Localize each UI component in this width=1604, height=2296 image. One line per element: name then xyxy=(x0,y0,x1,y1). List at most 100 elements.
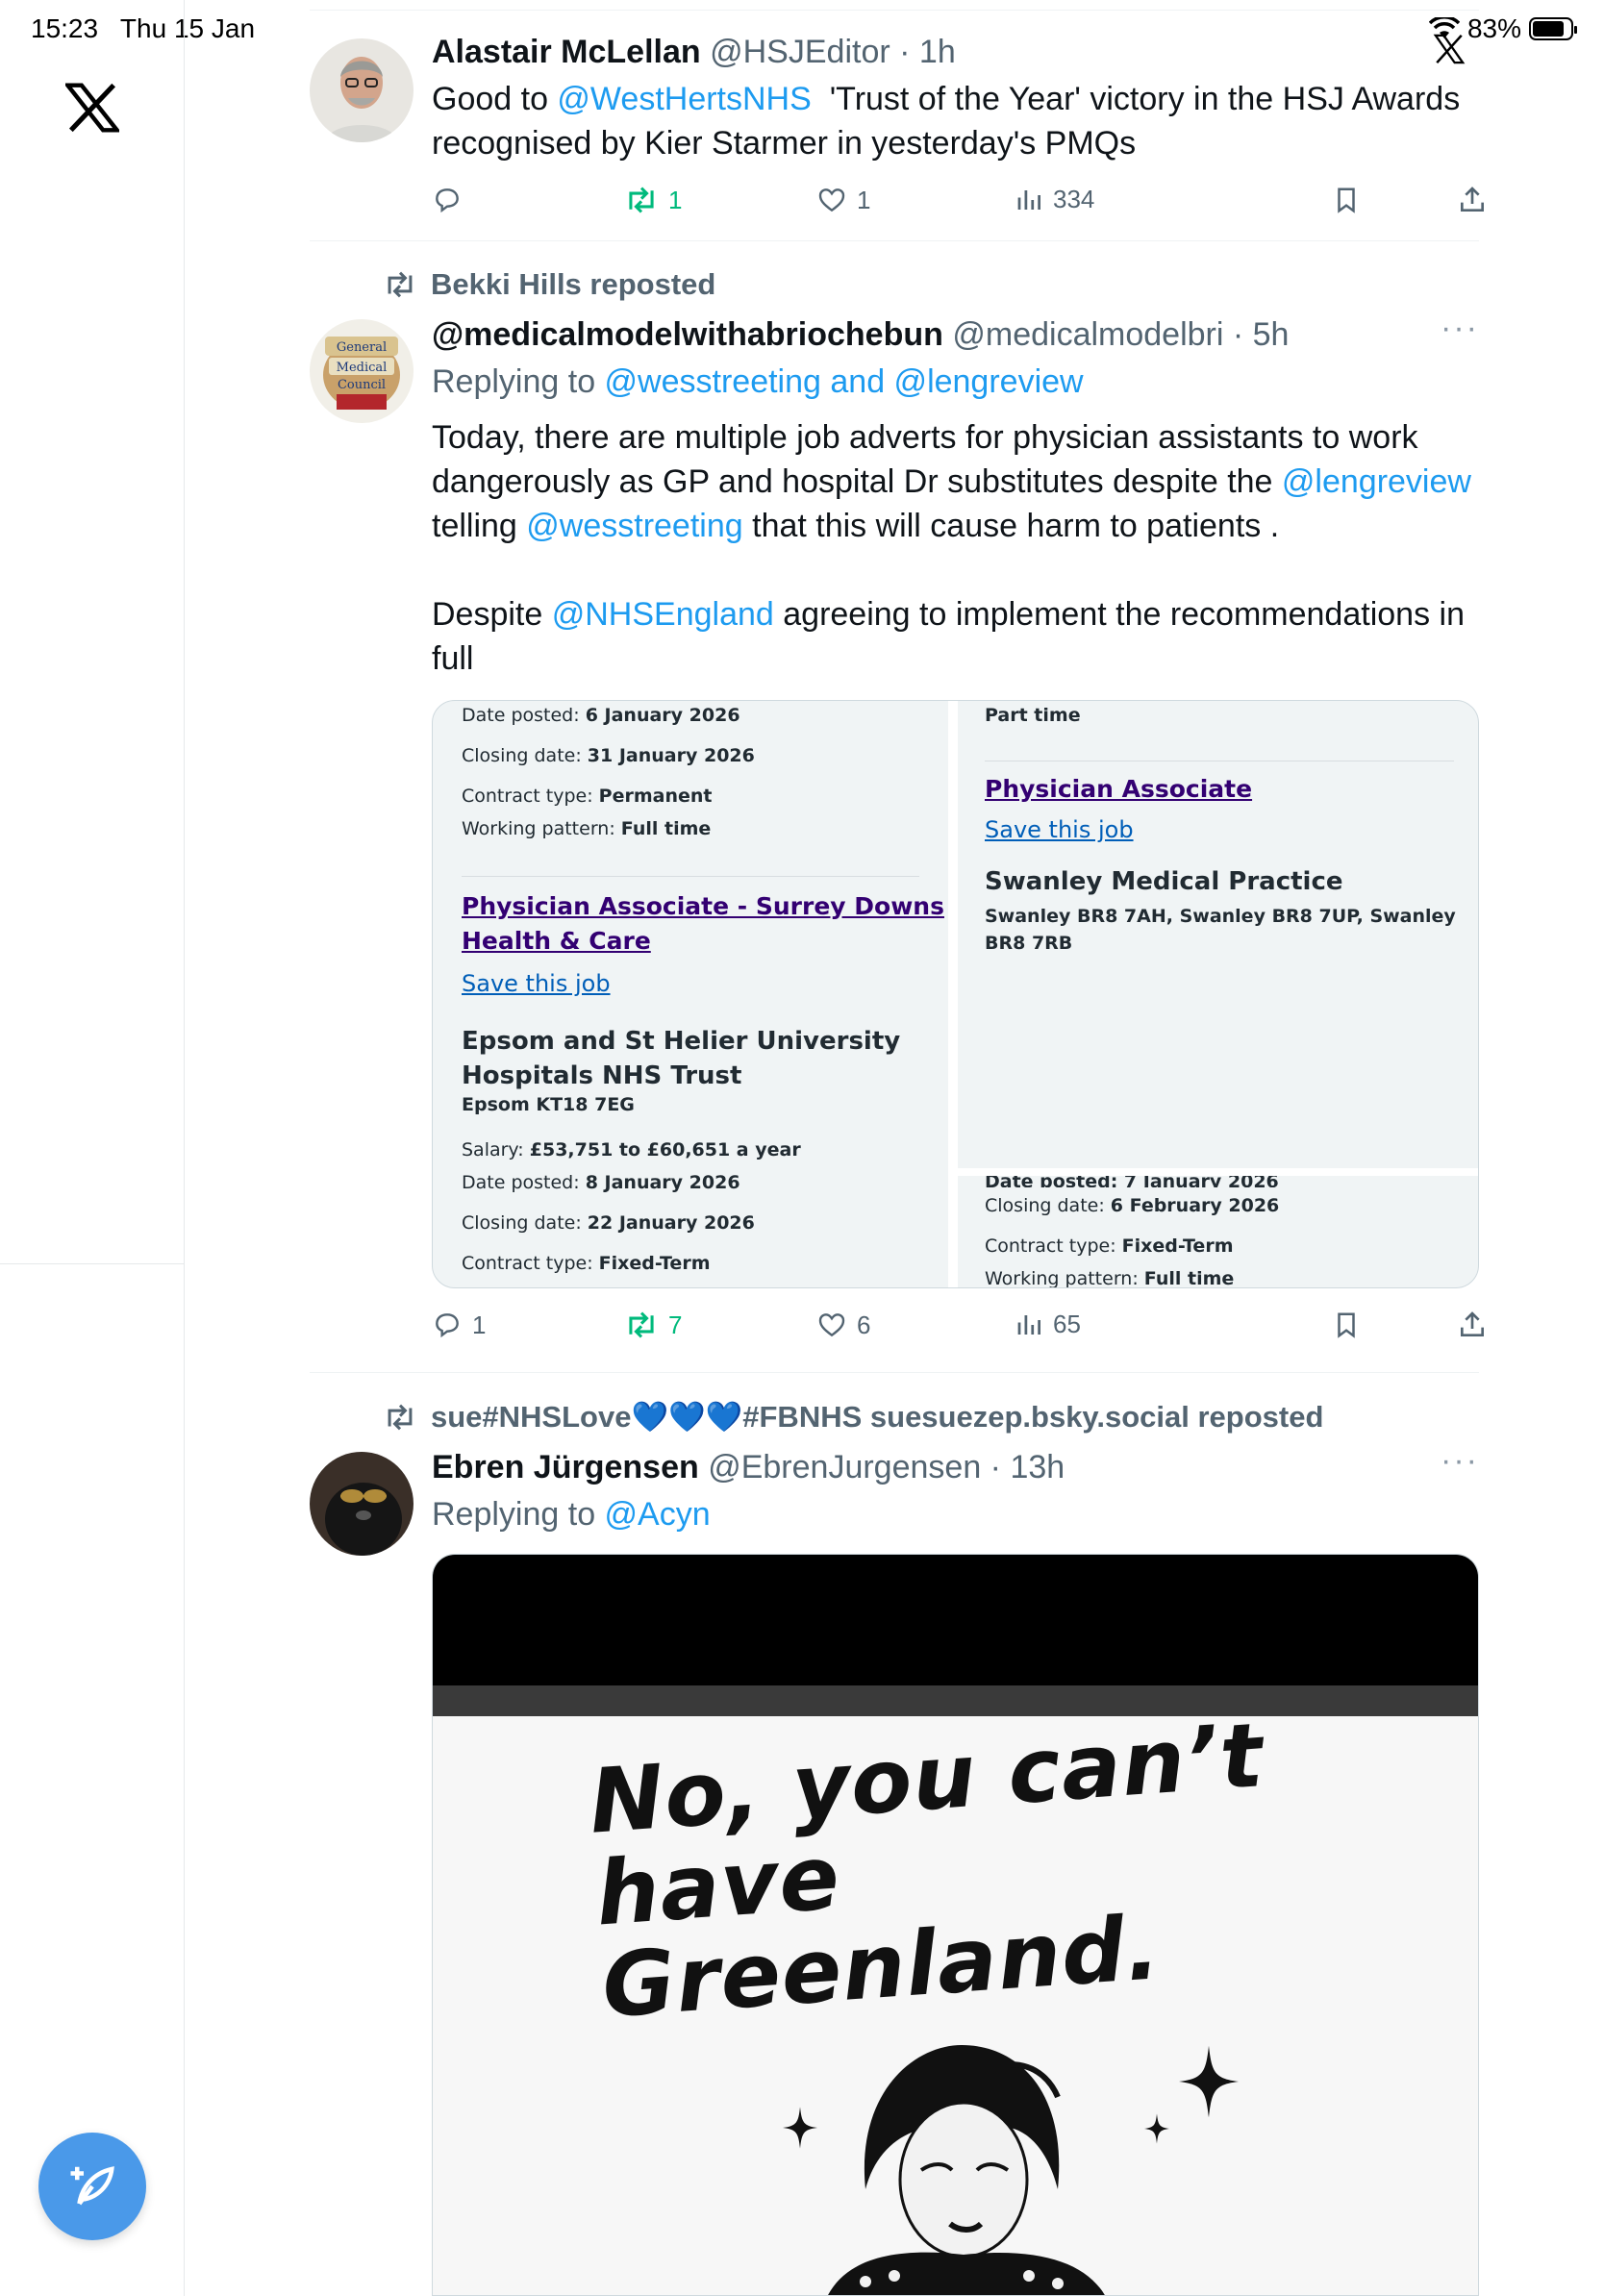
repost-count: 7 xyxy=(668,1310,683,1339)
like-icon xyxy=(818,1313,845,1337)
share-button[interactable] xyxy=(1457,185,1488,215)
repost-count: 1 xyxy=(668,185,683,214)
mention-link[interactable]: @WestHertsNHS xyxy=(557,81,811,117)
avatar[interactable]: General Medical Council xyxy=(310,319,414,423)
views-button[interactable]: 334 xyxy=(1015,185,1094,214)
employer-name: Epsom and St Helier University Hospitals … xyxy=(462,1027,901,1090)
repost-icon xyxy=(629,1311,654,1338)
avatar[interactable] xyxy=(310,1452,414,1556)
author-name[interactable]: Ebren Jürgensen xyxy=(432,1449,699,1485)
repost-icon xyxy=(629,187,654,213)
job-title-link[interactable]: Physician Associate - Surrey Downs Health… xyxy=(462,889,944,959)
tweet-header: Ebren Jürgensen @EbrenJurgensen · 13h xyxy=(432,1449,1065,1485)
reply-button[interactable]: 1 xyxy=(432,1310,486,1340)
like-button[interactable]: 1 xyxy=(816,185,870,215)
save-job-link[interactable]: Save this job xyxy=(985,816,1134,843)
left-navigation-rail xyxy=(0,0,185,2296)
reposted-by-text: Bekki Hills reposted xyxy=(431,267,716,301)
tweet-text-segment: Good to xyxy=(432,81,558,117)
tweet-media-job-adverts[interactable]: Date posted: 6 January 2026 Closing date… xyxy=(432,700,1479,1288)
tweet-text-segment: full xyxy=(432,640,474,677)
battery-icon xyxy=(1529,17,1577,40)
closing-date: Closing date: 31 January 2026 xyxy=(462,745,755,766)
reply-count: 1 xyxy=(472,1310,487,1339)
author-handle[interactable]: @HSJEditor xyxy=(710,34,890,70)
sparkle-icon xyxy=(1179,2045,1239,2118)
share-icon xyxy=(1461,1311,1484,1336)
svg-text:Council: Council xyxy=(338,378,386,392)
job-location: Swanley BR8 7AH, Swanley BR8 7UP, Swanle… xyxy=(985,906,1456,954)
views-count: 65 xyxy=(1053,1310,1081,1338)
author-name[interactable]: Alastair McLellan xyxy=(432,34,701,70)
woman-illustration xyxy=(828,2045,1105,2295)
replying-to: Replying to @Acyn xyxy=(432,1492,1479,1536)
tweet-header: Alastair McLellan @HSJEditor · 1h xyxy=(432,34,956,70)
repost-attribution[interactable]: Bekki Hills reposted xyxy=(383,267,715,302)
views-button[interactable]: 65 xyxy=(1015,1310,1081,1339)
job-title-link[interactable]: Physician Associate xyxy=(985,772,1252,807)
reply-icon xyxy=(436,188,459,213)
compose-post-icon xyxy=(70,2166,114,2206)
compose-post-button[interactable] xyxy=(38,2133,146,2240)
repost-attribution[interactable]: sue#NHSLove💙💙💙#FBNHS suesuezep.bsky.soci… xyxy=(383,1399,1323,1435)
replying-to-link[interactable]: @wesstreeting and @lengreview xyxy=(605,363,1084,400)
mention-link[interactable]: @wesstreeting xyxy=(526,508,742,544)
mention-link[interactable]: @NHSEngland xyxy=(552,596,774,633)
working-pattern: Working pattern: Full time xyxy=(985,1268,1235,1288)
mention-link[interactable]: @lengreview xyxy=(1282,463,1471,500)
tweet-time[interactable]: 5h xyxy=(1253,316,1290,353)
tweet-divider xyxy=(310,240,1479,241)
screenshot-seam xyxy=(958,1168,1478,1176)
tweet-media-image[interactable]: No, you can’t have Greenland. xyxy=(432,1554,1479,2296)
x-logo-icon[interactable] xyxy=(65,83,119,133)
tweet-text-segment: that this will cause harm to patients . xyxy=(742,508,1280,544)
reply-icon xyxy=(436,1313,459,1338)
replying-prefix: Replying to xyxy=(432,1496,605,1533)
views-icon xyxy=(1017,1314,1040,1335)
repost-button[interactable]: 1 xyxy=(624,185,682,215)
repost-icon xyxy=(388,1404,413,1430)
employer-name: Swanley Medical Practice xyxy=(985,867,1343,896)
like-button[interactable]: 6 xyxy=(816,1310,870,1340)
column-gap xyxy=(948,701,958,1287)
poster-headline: No, you can’t have Greenland. xyxy=(586,1702,1392,2037)
svg-text:Medical: Medical xyxy=(337,361,388,375)
poster-line: No, you can’t xyxy=(586,1704,1267,1854)
job-divider xyxy=(462,876,919,877)
tweet-text-segment: Despite xyxy=(432,596,552,633)
tweet-actions: 1 1 334 xyxy=(432,185,1484,223)
date-posted-cut: Date posted: 7 January 2026 xyxy=(985,1176,1279,1187)
author-handle[interactable]: @medicalmodelbri xyxy=(952,316,1223,353)
replying-prefix: Replying to xyxy=(432,363,605,400)
avatar[interactable] xyxy=(310,38,414,142)
tweet-text-segment: Today, there are multiple job adverts fo… xyxy=(432,419,1418,456)
reply-button[interactable] xyxy=(432,185,472,215)
job-column-left: Date posted: 6 January 2026 Closing date… xyxy=(433,701,948,1287)
repost-button[interactable]: 7 xyxy=(624,1310,682,1340)
contract-type: Contract type: Permanent xyxy=(462,786,713,807)
tweet-time[interactable]: 13h xyxy=(1010,1449,1065,1485)
tweet-text-segment: telling xyxy=(432,508,527,544)
poster-line: have Greenland. xyxy=(592,1826,1165,2038)
working-pattern: Working pattern: Full time xyxy=(462,818,712,839)
job-column-right: Part time Physician Associate Save this … xyxy=(958,701,1478,1288)
repost-icon xyxy=(388,271,413,298)
bookmark-button[interactable] xyxy=(1332,185,1361,215)
sparkle-icon xyxy=(1144,2113,1169,2144)
bookmark-icon xyxy=(1338,1312,1355,1338)
tweet-hsj-editor[interactable]: Alastair McLellan @HSJEditor · 1h Good t… xyxy=(310,0,1484,240)
salary: Salary: £53,751 to £60,651 a year xyxy=(462,1139,801,1160)
bookmark-button[interactable] xyxy=(1332,1310,1361,1340)
share-button[interactable] xyxy=(1457,1310,1488,1340)
author-name[interactable]: @medicalmodelwithabriochebun xyxy=(432,316,943,353)
tweet-text-segment: 'Trust of the Year' victory in the HSJ A… xyxy=(811,81,1461,117)
reposted-by-text: sue#NHSLove💙💙💙#FBNHS suesuezep.bsky.soci… xyxy=(431,1400,1324,1434)
tweet-ebren[interactable]: ··· Ebren Jürgensen @EbrenJurgensen · 13… xyxy=(310,1442,1479,2296)
author-handle[interactable]: @EbrenJurgensen xyxy=(708,1449,981,1485)
share-icon xyxy=(1461,187,1484,212)
tweet-time[interactable]: 1h xyxy=(919,34,956,70)
like-count: 1 xyxy=(857,185,871,214)
replying-to-link[interactable]: @Acyn xyxy=(605,1496,711,1533)
tweet-medicalmodel[interactable]: General Medical Council ··· @medicalmode… xyxy=(310,310,1484,1371)
save-job-link[interactable]: Save this job xyxy=(462,970,611,997)
